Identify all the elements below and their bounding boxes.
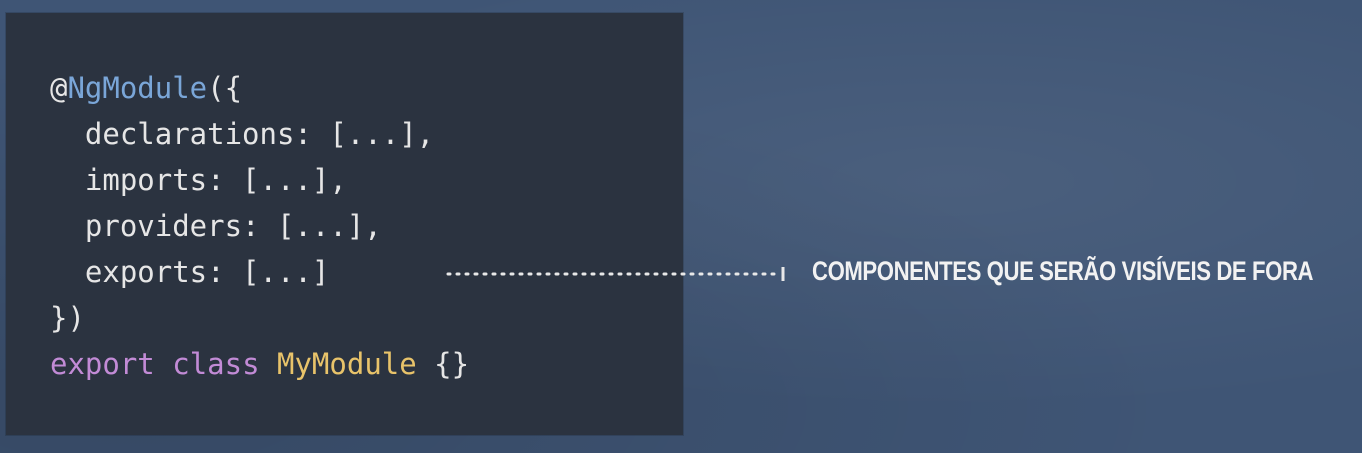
dotted-connector xyxy=(446,267,785,281)
code-line: exports: [...] xyxy=(50,249,469,295)
code-line: }) xyxy=(50,295,469,341)
code-token: declarations: [...], xyxy=(50,117,435,151)
code-token: export xyxy=(50,347,155,381)
code-token: {} xyxy=(416,347,470,381)
code-line: providers: [...], xyxy=(50,203,469,249)
exports-annotation: COMPONENTES QUE SERÃO VISÍVEIS DE FORA xyxy=(812,256,1314,286)
code-token: MyModule xyxy=(277,347,417,381)
code-line: export class MyModule {} xyxy=(50,341,469,387)
code-token: NgModule xyxy=(67,71,208,105)
code-token: }) xyxy=(50,301,85,335)
code-line: declarations: [...], xyxy=(50,111,469,157)
code-token: imports: [...], xyxy=(50,163,347,197)
code-panel: @NgModule({ declarations: [...], imports… xyxy=(6,13,683,435)
code-block: @NgModule({ declarations: [...], imports… xyxy=(50,65,469,387)
code-token: ({ xyxy=(207,71,243,105)
code-token: class xyxy=(172,347,260,381)
code-token: @ xyxy=(50,71,68,105)
code-line: imports: [...], xyxy=(50,157,469,203)
slide: @NgModule({ declarations: [...], imports… xyxy=(0,0,1362,453)
code-token: providers: [...], xyxy=(50,209,382,243)
code-token: exports: [...] xyxy=(50,255,330,289)
code-line: @NgModule({ xyxy=(50,65,469,111)
